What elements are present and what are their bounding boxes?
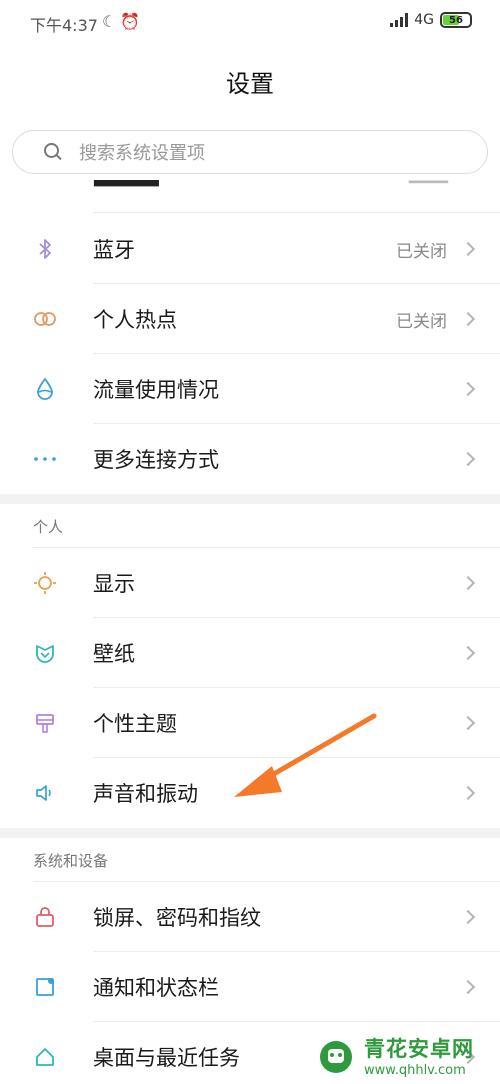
battery-icon: 56 [440,12,472,28]
row-label: 个人热点 [93,308,177,332]
row-label: 蓝牙 [93,238,135,262]
notification-icon [32,974,58,1000]
lock-icon [32,904,58,930]
speaker-icon [32,780,58,806]
row-value: 已关闭 [396,241,447,262]
section-header-personal: 个人 [33,518,64,536]
bluetooth-icon [32,236,58,262]
search-placeholder: 搜索系统设置项 [79,143,205,164]
row-sound-vibration[interactable]: 声音和振动 [0,758,500,828]
chevron-right-icon [460,311,476,327]
row-hotspot[interactable]: 个人热点 已关闭 [0,284,500,354]
more-icon [32,446,58,472]
watermark-name: 青花安卓网 [364,1036,474,1061]
row-label: 通知和状态栏 [93,976,219,1000]
chevron-right-icon [460,241,476,257]
row-bluetooth[interactable]: 蓝牙 已关闭 [0,214,500,284]
chevron-right-icon [460,909,476,925]
wallpaper-icon [32,640,58,666]
chevron-right-icon [460,381,476,397]
data-usage-icon [32,376,58,402]
divider [93,212,500,213]
watermark-url: www.qhhlv.com [364,1062,466,1078]
row-data-usage[interactable]: 流量使用情况 [0,354,500,424]
row-label: 声音和振动 [93,782,198,806]
search-input[interactable]: 搜索系统设置项 [12,130,488,174]
row-label: 桌面与最近任务 [93,1046,240,1070]
search-icon [43,142,63,162]
row-themes[interactable]: 个性主题 [0,688,500,758]
partial-row[interactable]: ▂▂▂▂ ▁▁▁ [0,176,500,212]
row-label: 流量使用情况 [93,378,219,402]
page-title: 设置 [226,70,274,98]
section-header-system: 系统和设备 [33,852,109,870]
brightness-icon [32,570,58,596]
battery-level: 56 [449,14,463,26]
hotspot-icon [32,306,58,332]
network-type: 4G [414,12,434,28]
status-left-icons: ☾⏰ [102,12,144,31]
signal-icon [390,13,409,27]
chevron-right-icon [460,785,476,801]
chevron-right-icon [460,715,476,731]
row-value: 已关闭 [396,311,447,332]
row-notifications[interactable]: 通知和状态栏 [0,952,500,1022]
partial-row-value: ▁▁▁ [409,176,448,184]
row-label: 壁纸 [93,642,135,666]
moon-icon: ☾ [102,12,121,31]
home-icon [32,1044,58,1070]
row-wallpaper[interactable]: 壁纸 [0,618,500,688]
watermark-logo-icon [320,1041,352,1073]
watermark: 青花安卓网 www.qhhlv.com [312,1028,496,1082]
row-label: 个性主题 [93,712,177,736]
section-separator [0,828,500,838]
chevron-right-icon [460,979,476,995]
status-bar: 下午4:37 ☾⏰ 4G 56 [0,0,500,44]
chevron-right-icon [460,575,476,591]
status-time: 下午4:37 [30,16,98,35]
section-separator [0,494,500,504]
row-label: 显示 [93,572,135,596]
row-more-connections[interactable]: 更多连接方式 [0,424,500,494]
row-lock-screen[interactable]: 锁屏、密码和指纹 [0,882,500,952]
alarm-icon: ⏰ [120,12,145,31]
theme-icon [32,710,58,736]
partial-row-label: ▂▂▂▂ [94,176,159,186]
status-right: 4G 56 [390,12,472,28]
row-display[interactable]: 显示 [0,548,500,618]
row-label: 更多连接方式 [93,448,219,472]
chevron-right-icon [460,451,476,467]
chevron-right-icon [460,645,476,661]
row-label: 锁屏、密码和指纹 [93,906,261,930]
